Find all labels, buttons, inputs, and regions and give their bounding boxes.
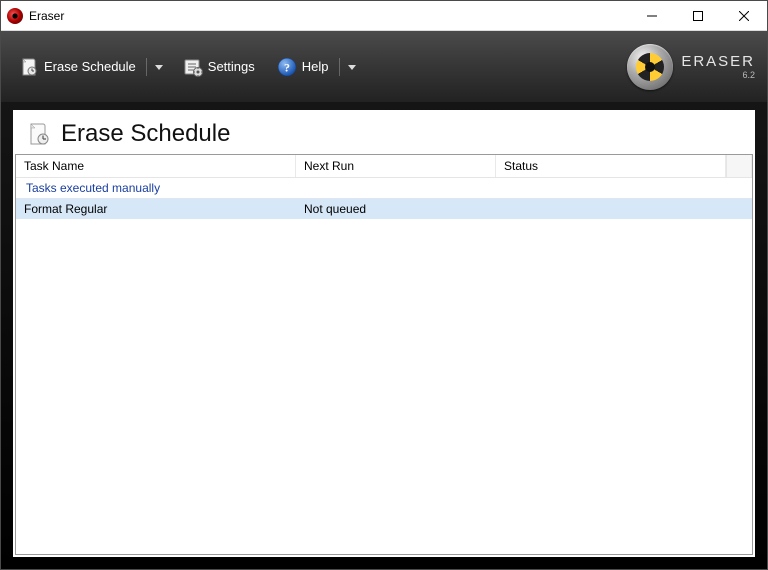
window-controls [629,1,767,30]
grid-header: Task Name Next Run Status [16,155,752,178]
brand-text: ERASER 6.2 [681,54,755,80]
maximize-button[interactable] [675,1,721,30]
settings-label: Settings [208,59,255,74]
toolbar-divider [146,58,147,76]
toolbar: Erase Schedule [1,31,767,103]
panel: Erase Schedule Task Name Next Run Status… [13,110,755,557]
brand-version: 6.2 [742,71,755,80]
panel-header: Erase Schedule [13,110,755,154]
brand: ERASER 6.2 [627,44,755,90]
erase-schedule-label: Erase Schedule [44,59,136,74]
table-row[interactable]: Format Regular Not queued [16,199,752,219]
brand-name: ERASER [681,54,755,69]
cell-next-run: Not queued [296,199,496,219]
schedule-icon [19,57,39,77]
panel-title: Erase Schedule [61,120,230,148]
settings-icon [183,57,203,77]
help-button[interactable]: ? Help [271,53,335,81]
window-title: Eraser [29,9,64,23]
cell-status [496,199,752,219]
grid-body: Tasks executed manually Format Regular N… [16,178,752,554]
column-next-run[interactable]: Next Run [296,155,496,177]
toolbar-left: Erase Schedule [13,53,360,81]
erase-schedule-dropdown[interactable] [151,63,167,71]
brand-logo-icon [627,44,673,90]
settings-button[interactable]: Settings [177,53,261,81]
close-button[interactable] [721,1,767,30]
help-dropdown[interactable] [344,63,360,71]
main-area: Erase Schedule Task Name Next Run Status… [1,102,767,569]
svg-text:?: ? [284,60,290,74]
toolbar-divider [339,58,340,76]
column-status[interactable]: Status [496,155,726,177]
erase-schedule-button[interactable]: Erase Schedule [13,53,142,81]
column-tail [726,155,752,177]
minimize-button[interactable] [629,1,675,30]
app-icon [7,8,23,24]
cell-task-name: Format Regular [16,199,296,219]
schedule-icon [27,122,51,146]
help-label: Help [302,59,329,74]
task-grid: Task Name Next Run Status Tasks executed… [15,154,753,555]
titlebar: Eraser [1,1,767,31]
help-icon: ? [277,57,297,77]
column-task-name[interactable]: Task Name [16,155,296,177]
group-row[interactable]: Tasks executed manually [16,178,752,199]
